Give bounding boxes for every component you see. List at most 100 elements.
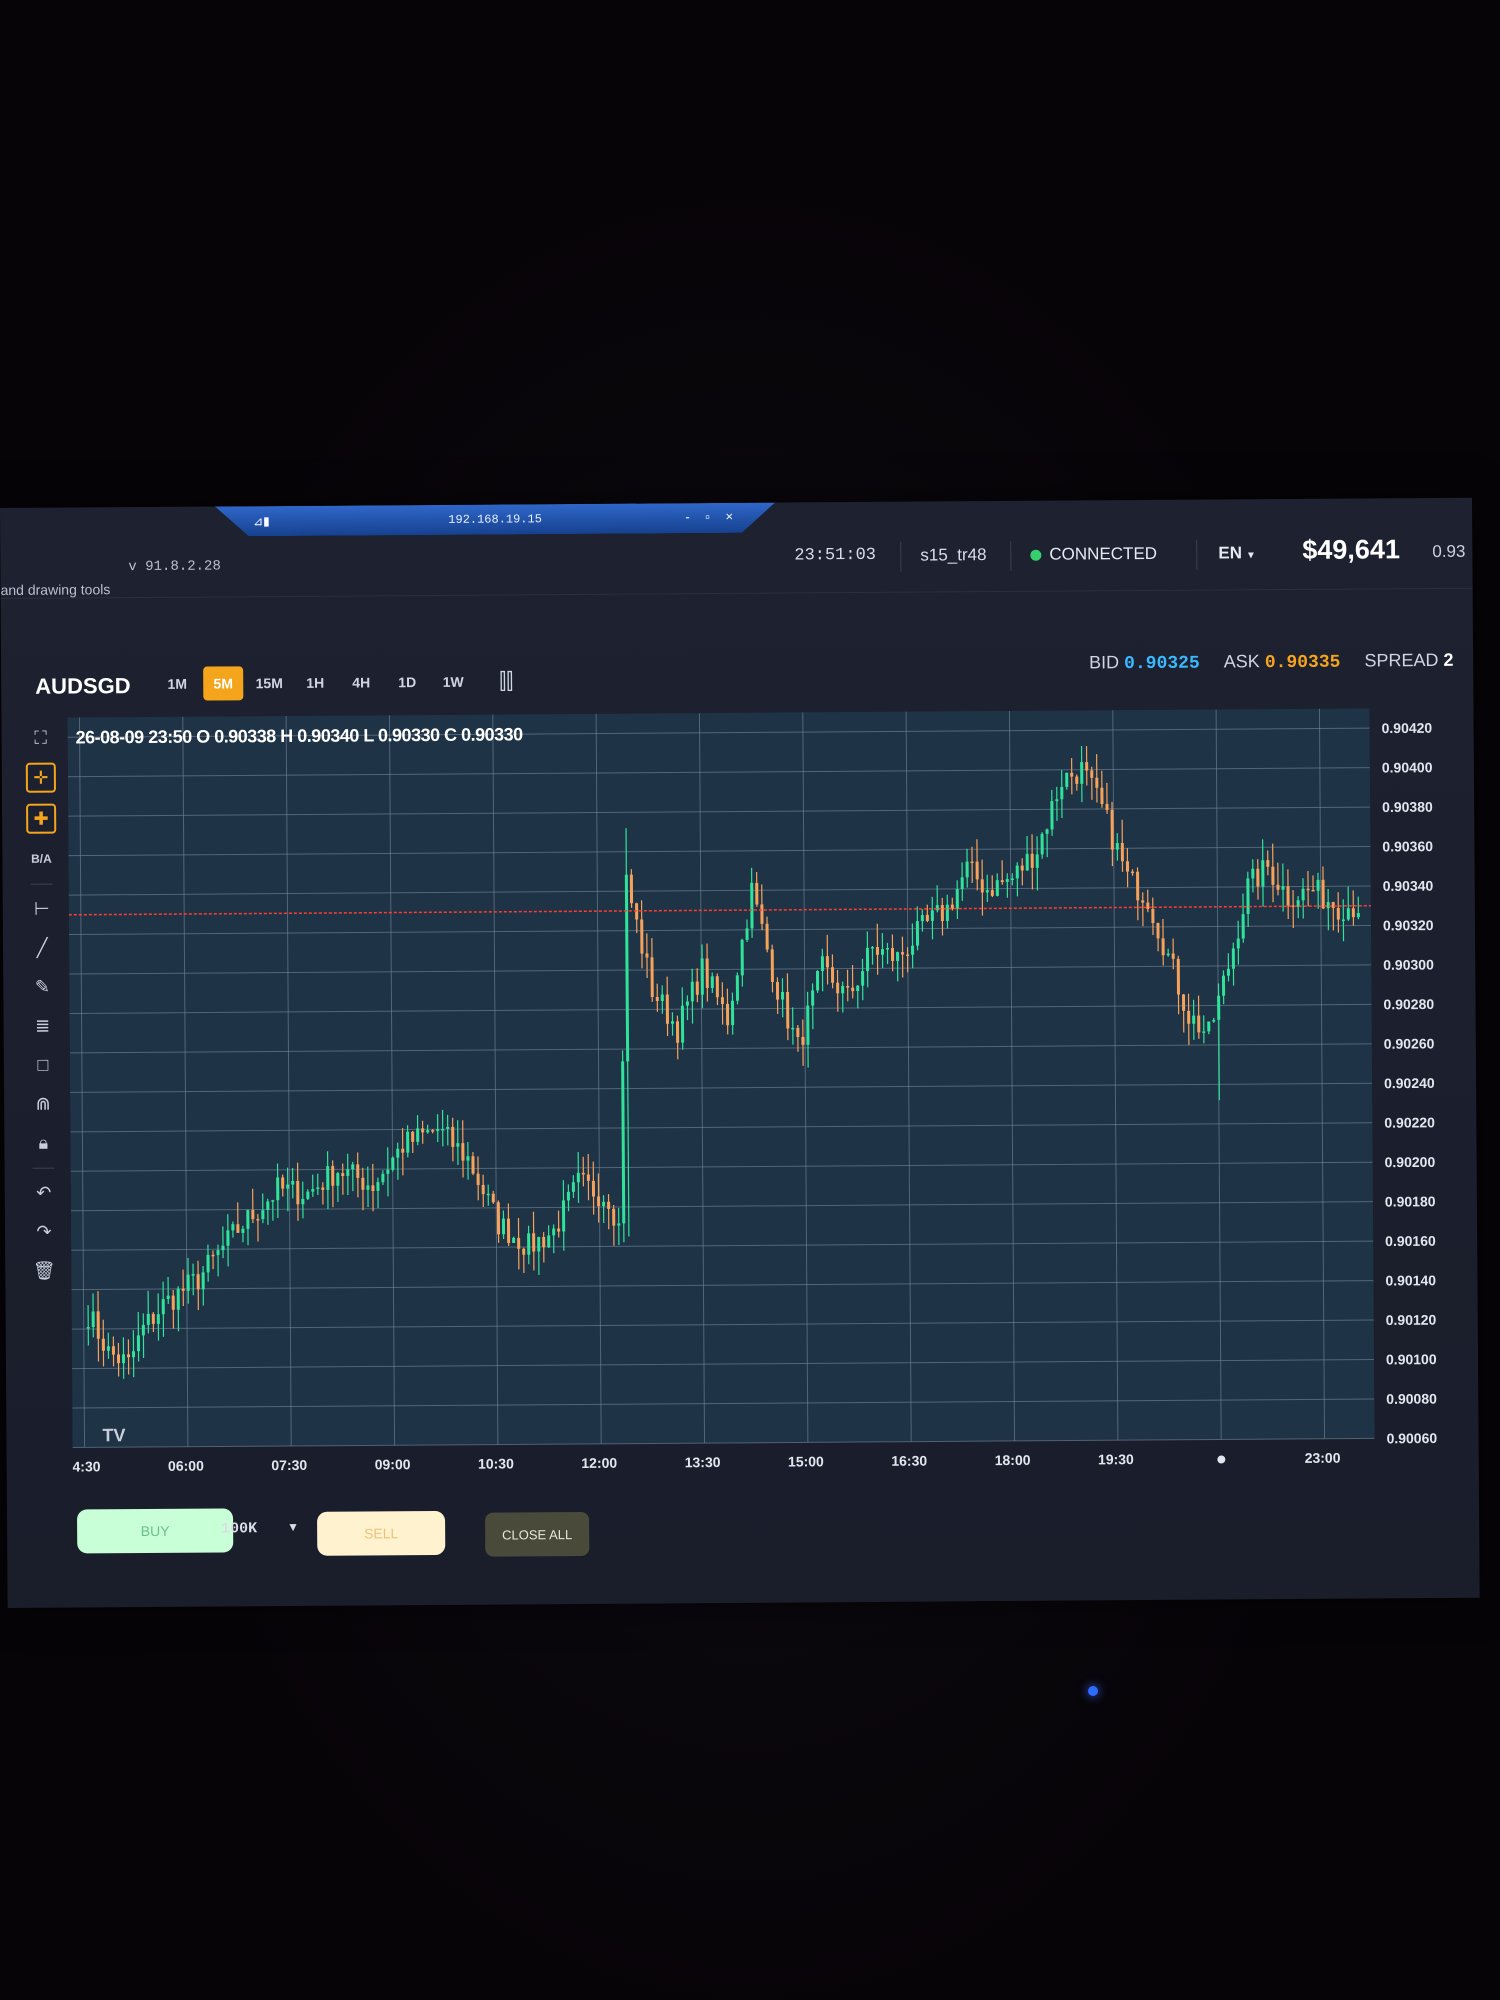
candle-body <box>486 1193 490 1196</box>
remote-desktop-bar[interactable]: ⊿▮ 192.168.19.15 - ▫ × <box>215 503 775 537</box>
candle-body <box>1306 888 1310 891</box>
candle-body <box>527 1233 531 1255</box>
monitor-screen: ⊿▮ 192.168.19.15 - ▫ × v 91.8.2.28 and d… <box>0 497 1480 1608</box>
candle-body <box>446 1126 450 1129</box>
timeframe-15m[interactable]: 15M <box>249 666 289 700</box>
window-controls[interactable]: - ▫ × <box>685 509 739 524</box>
candle-body <box>321 1187 325 1190</box>
y-tick-label: 0.90360 <box>1382 838 1433 854</box>
timeframe-5m[interactable]: 5M <box>203 666 244 701</box>
candle-body <box>665 994 669 1024</box>
candle-body <box>1035 854 1039 868</box>
candle-body <box>211 1254 215 1257</box>
candle-body <box>1311 889 1315 892</box>
language-selector[interactable]: EN ▼ <box>1218 543 1256 563</box>
timeframe-1h[interactable]: 1H <box>295 666 335 700</box>
candle-body <box>547 1235 551 1248</box>
candle-body <box>801 1036 805 1045</box>
symbol-name[interactable]: AUDSGD <box>35 673 131 700</box>
bid-ask-toggle[interactable]: B/A <box>27 845 55 873</box>
fullscreen-icon[interactable]: ⛶ <box>27 724 55 752</box>
timeframe-1d[interactable]: 1D <box>387 665 427 699</box>
buy-button[interactable]: BUY <box>76 1508 234 1554</box>
horizontal-line-icon[interactable]: ⊢ <box>28 895 56 923</box>
timeframe-1w[interactable]: 1W <box>433 665 473 699</box>
candle-body <box>1187 1010 1191 1024</box>
candle-body <box>650 957 654 998</box>
candle-body <box>1115 843 1119 850</box>
pencil-icon[interactable]: ✎ <box>28 973 56 1001</box>
y-tick-label: 0.90120 <box>1386 1312 1437 1328</box>
candle-body <box>196 1274 200 1290</box>
candle-body <box>755 882 759 905</box>
close-all-button[interactable]: CLOSE ALL <box>485 1511 590 1557</box>
language-label: EN <box>1218 543 1243 563</box>
candle-body <box>730 1000 735 1026</box>
candle-body <box>786 991 790 1029</box>
connection-status-label: CONNECTED <box>1049 543 1158 564</box>
candle-body <box>1120 843 1124 862</box>
candle-body <box>995 880 999 896</box>
candle-body <box>181 1288 185 1291</box>
candle-body <box>111 1346 115 1355</box>
candle-body <box>1015 865 1019 879</box>
candle-body <box>1105 803 1109 811</box>
candle-body <box>501 1218 506 1235</box>
trend-line-icon[interactable]: ╱ <box>28 934 56 962</box>
price-chart[interactable]: 0.90420 0.90400 0.90380 0.90360 0.90340 0.903… <box>65 698 1468 1488</box>
candle-body <box>311 1189 315 1192</box>
y-tick-label: 0.90200 <box>1385 1154 1436 1170</box>
timeframe-1m[interactable]: 1M <box>157 667 197 701</box>
sell-button[interactable]: SELL <box>317 1510 446 1556</box>
candle-body <box>506 1218 511 1244</box>
candle-body <box>456 1143 460 1147</box>
candle-body <box>700 958 704 995</box>
candle-body <box>990 890 994 896</box>
candle-body <box>1005 878 1009 883</box>
crosshair-plus-icon[interactable]: ✚ <box>26 803 57 834</box>
rectangle-icon[interactable]: □ <box>29 1051 57 1079</box>
candle-body <box>341 1173 345 1176</box>
candle-body <box>1192 1015 1196 1024</box>
candle-body <box>331 1166 335 1186</box>
chevron-down-icon[interactable]: ▼ <box>287 1520 299 1534</box>
trash-icon[interactable]: 🗑︎ <box>30 1257 58 1285</box>
lock-icon[interactable]: 🔒︎ <box>29 1129 57 1157</box>
candle-body <box>660 994 664 1001</box>
candle-body <box>915 921 920 946</box>
candle-body <box>481 1184 485 1195</box>
candle-body <box>836 982 840 994</box>
timeframe-4h[interactable]: 4H <box>341 665 381 699</box>
lot-size-select[interactable]: 100K <box>221 1520 257 1537</box>
magnet-icon[interactable]: ⋒ <box>29 1090 57 1118</box>
user-id[interactable]: s15_tr48 <box>920 545 986 565</box>
drawing-toolbar: ⛶ ✛ ✚ B/A ⊢ ╱ ✎ ≣ □ ⋒ 🔒︎ ↶ ↷ 🗑︎ <box>25 724 60 1296</box>
fib-lines-icon[interactable]: ≣ <box>29 1012 57 1040</box>
candle-body <box>1060 786 1064 800</box>
candlestick-type-icon[interactable]: ⫿⫿ <box>499 668 513 694</box>
candle-body <box>612 1208 616 1226</box>
candle-body <box>841 985 845 994</box>
x-tick-label: 16:30 <box>891 1453 927 1469</box>
candle-body <box>1176 958 1180 995</box>
y-tick-label: 0.90220 <box>1384 1114 1435 1130</box>
ask-label: ASK <box>1223 651 1260 672</box>
pin-signal-icon[interactable]: ⊿▮ <box>253 514 270 528</box>
plot-area <box>67 708 1375 1448</box>
y-tick-label: 0.90320 <box>1383 917 1434 933</box>
candle-body <box>391 1157 395 1170</box>
divider <box>1010 540 1012 571</box>
x-tick-label: 07:30 <box>271 1457 307 1473</box>
candle-body <box>351 1164 355 1170</box>
candle-body <box>602 1201 606 1207</box>
y-tick-label: 0.90180 <box>1385 1193 1436 1209</box>
candle-body <box>896 952 900 961</box>
candle-body <box>266 1201 270 1211</box>
candlestick-chart[interactable]: 0.90420 0.90400 0.90380 0.90360 0.90340 0.903… <box>65 698 1468 1488</box>
candle-body <box>96 1311 100 1339</box>
candle-body <box>1000 880 1004 883</box>
candle-body <box>461 1143 465 1161</box>
undo-icon[interactable]: ↶ <box>30 1179 58 1207</box>
redo-icon[interactable]: ↷ <box>30 1218 58 1246</box>
crosshair-icon[interactable]: ✛ <box>25 762 56 793</box>
